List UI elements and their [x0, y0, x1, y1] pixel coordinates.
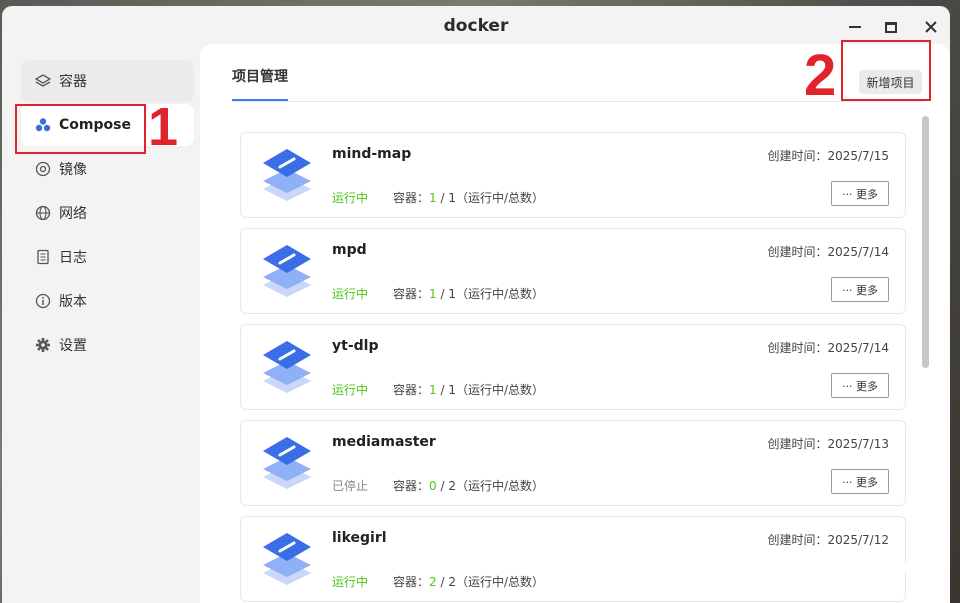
status-badge: 运行中 — [332, 287, 369, 301]
stack-icon — [263, 341, 311, 393]
layers-icon — [35, 73, 51, 89]
container-count: 容器：2 / 2（运行中/总数） — [393, 575, 545, 589]
project-card[interactable]: mind-map 创建时间：2025/7/15 运行中 容器：1 / 1（运行中… — [240, 132, 906, 218]
created-time: 创建时间：2025/7/14 — [767, 341, 889, 355]
tab-project-management[interactable]: 项目管理 — [232, 66, 288, 86]
project-name: likegirl — [332, 530, 387, 546]
annotation-number-2: 2 — [804, 43, 837, 108]
sidebar-item-label: 设置 — [59, 338, 87, 354]
maximize-button[interactable] — [878, 14, 904, 40]
stack-icon — [263, 245, 311, 297]
project-name: yt-dlp — [332, 338, 379, 354]
project-name: mediamaster — [332, 434, 436, 450]
title-bar: docker — [2, 6, 950, 46]
more-button[interactable]: ··· 更多 — [831, 277, 889, 302]
sidebar-item-logs[interactable]: 日志 — [21, 236, 194, 278]
sidebar-item-label: 容器 — [59, 74, 87, 90]
close-icon — [925, 21, 937, 33]
annotation-box-add — [841, 40, 931, 101]
stack-icon — [263, 533, 311, 585]
main-panel: 项目管理 新增项目 mind-map 创建时间：2025/7/15 运行中 容器… — [200, 44, 950, 603]
container-count: 容器：1 / 1（运行中/总数） — [393, 287, 545, 301]
gear-icon — [35, 337, 51, 353]
more-button[interactable]: ··· 更多 — [831, 373, 889, 398]
document-icon — [35, 249, 51, 265]
more-button[interactable]: ··· 更多 — [831, 469, 889, 494]
status-badge: 运行中 — [332, 383, 369, 397]
info-icon — [35, 293, 51, 309]
minimize-icon — [849, 26, 861, 28]
project-card[interactable]: mpd 创建时间：2025/7/14 运行中 容器：1 / 1（运行中/总数） … — [240, 228, 906, 314]
watermark: 知乎 @Stark-C — [742, 554, 922, 582]
close-button[interactable] — [918, 14, 944, 40]
minimize-button[interactable] — [842, 14, 868, 40]
maximize-icon — [885, 21, 897, 33]
annotation-number-1: 1 — [148, 97, 179, 157]
sidebar-item-label: 日志 — [59, 250, 87, 266]
created-time: 创建时间：2025/7/13 — [767, 437, 889, 451]
sidebar-item-label: 镜像 — [59, 162, 87, 178]
sidebar-item-version[interactable]: 版本 — [21, 280, 194, 322]
sidebar-item-settings[interactable]: 设置 — [21, 324, 194, 366]
disc-icon — [35, 161, 51, 177]
sidebar-item-label: 版本 — [59, 294, 87, 310]
globe-icon — [35, 205, 51, 221]
project-card[interactable]: yt-dlp 创建时间：2025/7/14 运行中 容器：1 / 1（运行中/总… — [240, 324, 906, 410]
stack-icon — [263, 437, 311, 489]
created-time: 创建时间：2025/7/15 — [767, 149, 889, 163]
annotation-box-compose — [15, 104, 146, 154]
sidebar-item-label: 网络 — [59, 206, 87, 222]
window-title: docker — [443, 16, 509, 36]
container-count: 容器：0 / 2（运行中/总数） — [393, 479, 545, 493]
status-badge: 已停止 — [332, 479, 369, 493]
created-time: 创建时间：2025/7/14 — [767, 245, 889, 259]
status-badge: 运行中 — [332, 191, 369, 205]
created-time: 创建时间：2025/7/12 — [767, 533, 889, 547]
status-badge: 运行中 — [332, 575, 369, 589]
project-name: mind-map — [332, 146, 412, 162]
stack-icon — [263, 149, 311, 201]
sidebar-item-network[interactable]: 网络 — [21, 192, 194, 234]
container-count: 容器：1 / 1（运行中/总数） — [393, 383, 545, 397]
container-count: 容器：1 / 1（运行中/总数） — [393, 191, 545, 205]
scrollbar[interactable] — [922, 116, 929, 368]
project-card[interactable]: mediamaster 创建时间：2025/7/13 已停止 容器：0 / 2（… — [240, 420, 906, 506]
more-button[interactable]: ··· 更多 — [831, 181, 889, 206]
project-name: mpd — [332, 242, 367, 258]
project-list: mind-map 创建时间：2025/7/15 运行中 容器：1 / 1（运行中… — [240, 132, 906, 603]
